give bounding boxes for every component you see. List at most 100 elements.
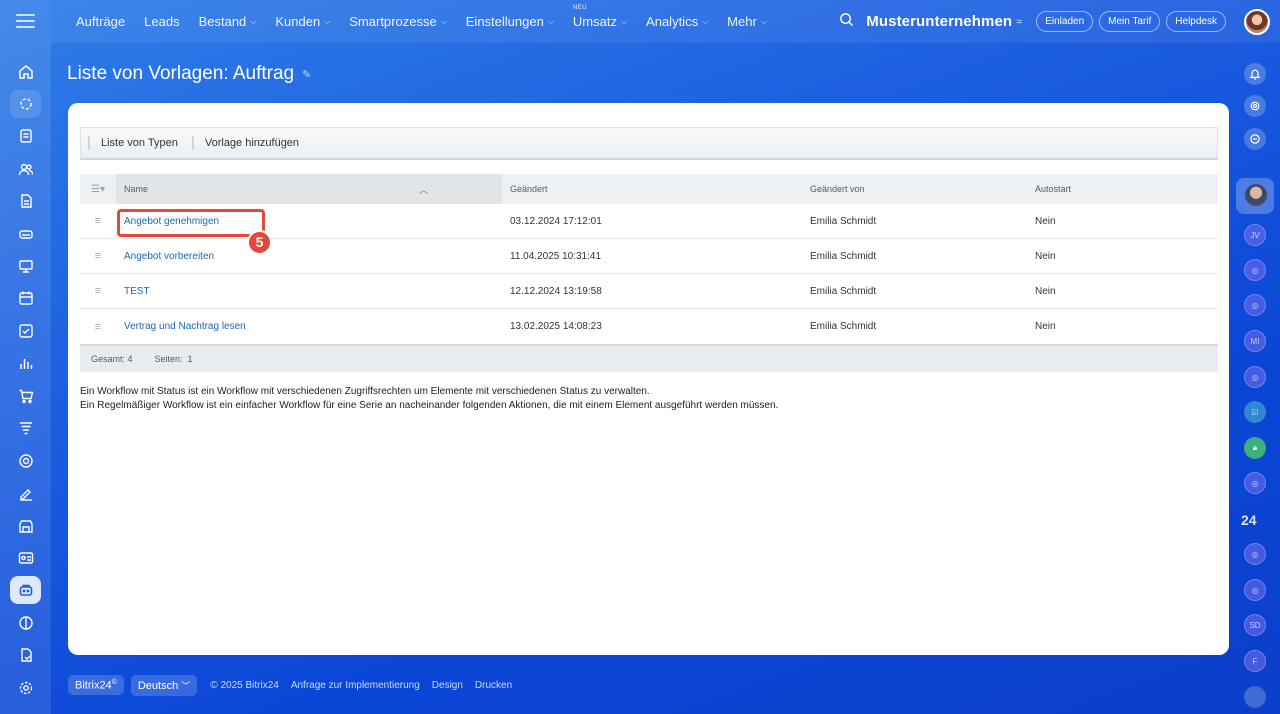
top-bar: Aufträge Leads Bestand ⌵ Kunden ⌵ Smartprozess…: [51, 0, 1280, 43]
chat-avatar-f[interactable]: F: [1244, 650, 1266, 672]
nav-item-smartprozesse[interactable]: Smartprozesse ⌵: [349, 14, 447, 29]
chevron-down-icon: ⌵: [702, 16, 709, 26]
row-menu-icon[interactable]: ≡: [80, 285, 116, 297]
row-menu-icon[interactable]: ≡: [80, 321, 116, 333]
user-avatar[interactable]: [1244, 8, 1270, 35]
column-header-autostart[interactable]: Autostart: [1027, 184, 1071, 194]
column-header-changed[interactable]: Geändert: [502, 184, 802, 194]
chat-avatar-mi[interactable]: MI: [1244, 330, 1266, 352]
column-header-changed-by[interactable]: Geändert von: [802, 184, 1027, 194]
nav-item-leads[interactable]: Leads: [144, 14, 179, 29]
chat-tasks-icon[interactable]: ☑: [1244, 401, 1266, 423]
chat-lock-icon[interactable]: 🔒︎: [1244, 437, 1266, 459]
highlight-box: [117, 208, 265, 237]
row-menu-icon[interactable]: ≡: [80, 250, 116, 262]
chat-group-icon[interactable]: ◎: [1244, 472, 1266, 494]
report-icon[interactable]: [10, 641, 41, 669]
changed-cell: 03.12.2024 17:12:01: [510, 215, 602, 227]
add-template-button[interactable]: Vorlage hinzufügen: [191, 136, 310, 150]
chat-group-icon[interactable]: ◎: [1244, 543, 1266, 565]
chat-group-icon[interactable]: ◎: [1244, 259, 1266, 281]
nav-item-bestand[interactable]: Bestand ⌵: [199, 14, 257, 29]
contacts-icon[interactable]: [10, 155, 41, 183]
funnel-icon[interactable]: [10, 414, 41, 442]
chat-avatar-sd[interactable]: SD: [1244, 614, 1266, 636]
language-select[interactable]: Deutsch ﹀: [130, 674, 198, 696]
chevron-down-icon: ⌵: [547, 16, 554, 26]
chat-search-icon[interactable]: [1244, 128, 1266, 150]
signature-icon[interactable]: [10, 479, 41, 507]
note-line: Ein Regelmäßiger Workflow ist ein einfac…: [80, 400, 779, 411]
automation-icon[interactable]: [10, 576, 41, 604]
calendar-icon[interactable]: [10, 284, 41, 312]
nav-item-umsatz[interactable]: Umsatz NEU ⌵: [573, 5, 628, 29]
tasks-icon[interactable]: [10, 317, 41, 345]
menu-icon[interactable]: [16, 14, 35, 28]
home-icon[interactable]: [10, 58, 41, 86]
feed-icon[interactable]: [10, 122, 41, 150]
invite-button[interactable]: Einladen: [1036, 11, 1094, 32]
list-of-types-button[interactable]: Liste von Typen: [88, 136, 189, 150]
chat-group-icon[interactable]: ◎: [1244, 366, 1266, 388]
workflow-notes: Ein Workflow mit Status ist ein Workflow…: [80, 385, 778, 413]
notifications-icon[interactable]: [1244, 63, 1266, 85]
nav-item-kunden[interactable]: Kunden ⌵: [275, 14, 330, 29]
id-card-icon[interactable]: [10, 544, 41, 572]
puzzle-icon[interactable]: [10, 90, 41, 118]
print-link[interactable]: Drucken: [475, 680, 512, 691]
template-link[interactable]: Angebot genehmigen 5: [116, 208, 502, 255]
drive-icon[interactable]: [10, 220, 41, 248]
copilot-icon[interactable]: [1244, 95, 1266, 117]
chat-avatar-user[interactable]: [1245, 184, 1267, 206]
table-row[interactable]: ≡ Angebot vorbereiten 11.04.2025 10:31:4…: [80, 239, 1218, 274]
settings-icon[interactable]: [10, 674, 41, 702]
grid-toolbar: Liste von Typen Vorlage hinzufügen: [80, 127, 1218, 160]
design-link[interactable]: Design: [432, 680, 463, 691]
main-nav: Aufträge Leads Bestand ⌵ Kunden ⌵ Smartprozess…: [76, 0, 786, 43]
page-title-text: Liste von Vorlagen: Auftrag: [67, 63, 295, 84]
template-link[interactable]: Vertrag und Nachtrag lesen: [116, 321, 502, 332]
table-row[interactable]: ≡ Vertrag und Nachtrag lesen 13.02.2025 …: [80, 309, 1218, 344]
company-name[interactable]: Musterunternehmen: [866, 13, 1012, 30]
tariff-button[interactable]: Mein Tarif: [1099, 11, 1161, 32]
chat-group-icon[interactable]: ◎: [1244, 579, 1266, 601]
store-icon[interactable]: [10, 512, 41, 540]
chevron-down-icon: ⌵: [250, 16, 257, 26]
nav-item-analytics[interactable]: Analytics ⌵: [646, 14, 708, 29]
changed-cell: 12.12.2024 13:19:58: [510, 285, 602, 297]
presentation-icon[interactable]: [10, 252, 41, 280]
chat-avatar-bottom[interactable]: [1244, 686, 1266, 708]
nav-item-mehr[interactable]: Mehr ⌵: [727, 14, 767, 29]
search-icon[interactable]: [839, 12, 854, 32]
nav-item-einstellungen[interactable]: Einstellungen ⌵: [466, 14, 554, 29]
column-settings-icon[interactable]: ☰▾: [80, 174, 116, 204]
cart-icon[interactable]: [10, 382, 41, 410]
template-link[interactable]: Angebot vorbereiten: [116, 251, 502, 262]
company-settings-icon[interactable]: ≈: [1016, 16, 1022, 28]
implementation-link[interactable]: Anfrage zur Implementierung: [291, 680, 420, 691]
changed-cell: 11.04.2025 10:31:41: [510, 250, 602, 262]
pin-icon[interactable]: ✎: [302, 68, 311, 81]
row-menu-icon[interactable]: ≡: [80, 215, 116, 227]
chat-avatar-jv[interactable]: JV: [1244, 224, 1266, 246]
helpdesk-button[interactable]: Helpdesk: [1166, 11, 1226, 32]
autostart-cell: Nein: [1035, 321, 1056, 332]
template-link[interactable]: TEST: [116, 286, 502, 297]
target-icon[interactable]: [10, 447, 41, 475]
changed-cell: 13.02.2025 14:08:23: [510, 321, 602, 332]
sort-asc-icon[interactable]: ︿: [419, 183, 428, 196]
bitrix24-logo-icon[interactable]: 24: [1241, 512, 1257, 528]
table-row[interactable]: ≡ TEST 12.12.2024 13:19:58 Emilia Schmid…: [80, 274, 1218, 309]
chevron-down-icon: ⌵: [620, 16, 628, 26]
right-rail: JV ◎ ◎ MI ◎ ☑ 🔒︎ ◎ 24 ◎ ◎ SD F: [1229, 43, 1280, 714]
grid-header: ☰▾ Name ︿ Geändert Geändert von Autostar…: [80, 174, 1218, 204]
marketplace-icon[interactable]: [10, 609, 41, 637]
bitrix24-button[interactable]: Bitrix24©: [68, 674, 124, 696]
nav-item-auftr-ge[interactable]: Aufträge: [76, 14, 125, 29]
document-icon[interactable]: [10, 187, 41, 215]
column-header-name[interactable]: Name ︿: [116, 174, 502, 204]
chat-group-icon[interactable]: ◎: [1244, 294, 1266, 316]
analytics-icon[interactable]: [10, 349, 41, 377]
table-row[interactable]: ≡ Angebot genehmigen 5 03.12.2024 17:12:…: [80, 204, 1218, 255]
autostart-cell: Nein: [1035, 215, 1056, 227]
